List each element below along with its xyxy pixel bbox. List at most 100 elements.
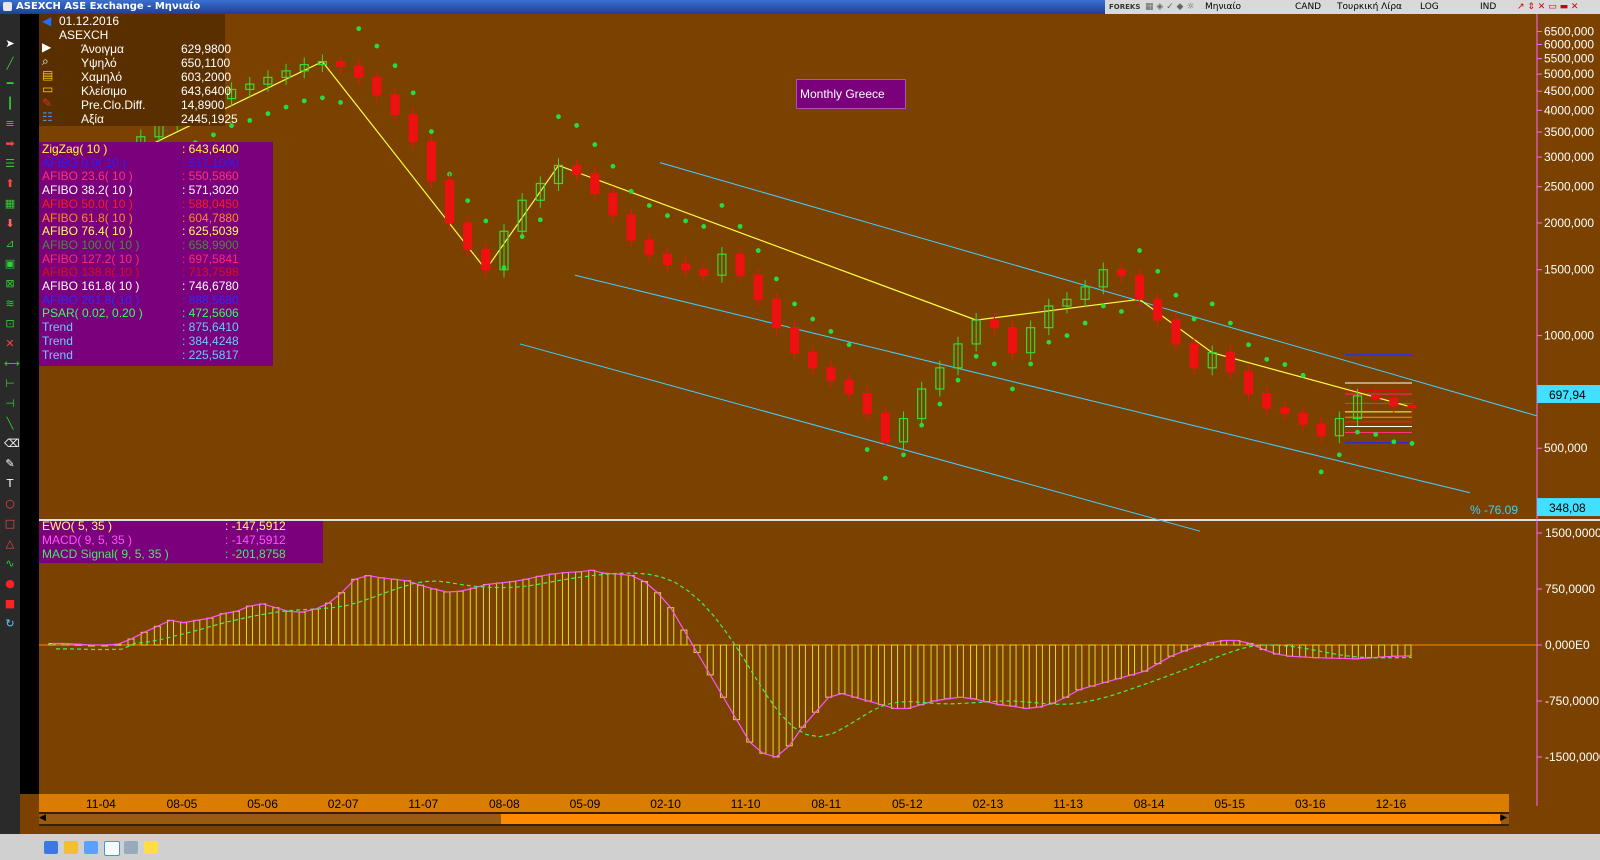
- candle-body: [463, 222, 473, 250]
- ewo-bar: [680, 629, 688, 646]
- indicator-label[interactable]: AFIBO 138.8( 10 ): [42, 265, 139, 279]
- indicator-label[interactable]: AFIBO 261.8( 10 ): [42, 293, 139, 307]
- indicator-value: : 746,6780: [182, 279, 239, 293]
- oscillator-value: : -147,5912: [225, 533, 286, 547]
- psar-dot: [465, 198, 471, 204]
- ohlc-symbol: ASEXCH: [59, 28, 109, 42]
- chart-canvas[interactable]: 6500,0006000,0005500,0005000,000 4500,000…: [0, 0, 1600, 860]
- portfolio-icon[interactable]: ▤: [42, 68, 53, 82]
- scroll-left-icon[interactable]: ◀: [39, 813, 46, 823]
- print-icon[interactable]: [84, 841, 98, 854]
- indicator-label[interactable]: AFIBO 61.8( 10 ): [42, 211, 133, 225]
- scroll-right-icon[interactable]: ▶: [1500, 813, 1507, 823]
- ewo-bar: [1312, 644, 1320, 659]
- indicator-value: : 604,7880: [182, 210, 239, 225]
- indicator-label[interactable]: ZigZag( 10 ): [42, 142, 107, 156]
- psar-dot: [320, 95, 325, 101]
- psar-dot: [556, 114, 561, 120]
- zoom-icon[interactable]: ⌕: [42, 54, 49, 69]
- indicator-value: : 571,3020: [182, 183, 239, 198]
- ewo-bar: [917, 644, 925, 706]
- psar-dot: [428, 129, 434, 134]
- indicator-label[interactable]: AFIBO 38.2( 10 ): [42, 183, 133, 197]
- oscillator-value: : -201,8758: [225, 547, 286, 561]
- psar-dot: [973, 353, 979, 359]
- indicator-label[interactable]: AFIBO 76.4( 10 ): [42, 224, 133, 238]
- psar-dot: [410, 90, 416, 96]
- psar-dot: [1228, 320, 1233, 326]
- indicator-label[interactable]: Trend: [42, 334, 73, 348]
- oscillator-label[interactable]: MACD Signal( 9, 5, 35 ): [42, 547, 169, 561]
- psar-dot: [1355, 429, 1360, 435]
- price-tick-label: 500,000: [1544, 441, 1588, 455]
- ewo-bar: [1141, 644, 1149, 672]
- candle-body: [789, 327, 800, 354]
- ewo-bar: [496, 582, 504, 646]
- candle-body: [826, 367, 836, 381]
- ohlc-label: Άνοιγμα: [81, 42, 124, 56]
- ewo-bar: [259, 603, 267, 646]
- ohlc-value: 650,1100: [181, 56, 231, 70]
- ewo-bar: [1154, 644, 1162, 665]
- nav-icon-2[interactable]: ▶: [42, 40, 51, 54]
- ewo-bar: [219, 613, 227, 646]
- ewo-bar: [193, 619, 201, 646]
- database-icon[interactable]: [124, 841, 138, 854]
- ewo-bar: [719, 644, 727, 698]
- ohlc-value: 629,9800: [181, 42, 232, 56]
- oscillator-label[interactable]: MACD( 9, 5, 35 ): [42, 533, 132, 547]
- ewo-bar: [640, 581, 648, 646]
- psar-dot: [1282, 362, 1288, 367]
- psar-dot: [1155, 268, 1161, 274]
- info-icon[interactable]: ☷: [42, 110, 53, 124]
- ewo-histogram: [39, 569, 1537, 758]
- psar-dot: [610, 163, 616, 169]
- indicator-label[interactable]: AFIBO 100.0( 10 ): [42, 238, 139, 252]
- indicator-label[interactable]: AFIBO 161.8( 10 ): [42, 279, 139, 293]
- price-tick-label: 6500,000: [1544, 24, 1594, 38]
- psar-dot: [792, 301, 797, 307]
- ewo-bar: [930, 644, 938, 702]
- chart-annotation[interactable]: Monthly Greece: [796, 79, 906, 109]
- psar-dot: [937, 401, 943, 407]
- indicator-label[interactable]: Trend: [42, 320, 73, 334]
- candle-body: [1189, 343, 1199, 369]
- psar-dot: [882, 475, 888, 481]
- psar-dot: [1373, 432, 1379, 437]
- folder-icon[interactable]: ▭: [42, 82, 53, 96]
- psar-dot: [683, 218, 688, 224]
- ewo-bar: [1299, 644, 1307, 658]
- psar-dot: [665, 213, 670, 219]
- nav-icon[interactable]: ◀: [42, 14, 51, 28]
- psar-dot: [1064, 333, 1070, 338]
- psar-dot: [1137, 248, 1142, 253]
- alert-icon[interactable]: ✎: [42, 96, 52, 110]
- indicator-label[interactable]: AFIBO 0.0( 10 ): [42, 156, 126, 170]
- osc-tick-label: 1500,0000: [1545, 526, 1600, 540]
- psar-dot: [374, 43, 380, 49]
- indicator-label[interactable]: PSAR( 0.02, 0.20 ): [42, 306, 143, 320]
- page-icon[interactable]: [104, 841, 120, 856]
- indicator-label[interactable]: Trend: [42, 348, 73, 362]
- candle-body: [372, 76, 382, 96]
- indicator-label[interactable]: AFIBO 50.0( 10 ): [42, 197, 133, 211]
- ewo-bar: [943, 644, 951, 700]
- price-tick-label: 4000,000: [1544, 103, 1594, 117]
- ewo-bar: [667, 607, 675, 646]
- horizontal-scrollbar[interactable]: ◀ ▶: [39, 812, 1509, 826]
- ewo-bar: [311, 608, 319, 646]
- ohlc-value: 603,2000: [181, 70, 232, 84]
- psar-dot: [1300, 372, 1306, 378]
- indicator-label[interactable]: AFIBO 127.2( 10 ): [42, 252, 139, 266]
- ewo-bar: [970, 644, 978, 700]
- ewo-bar: [627, 575, 635, 646]
- indicator-legend: ZigZag( 10 ): 643,6400 AFIBO 0.0( 10 ): 5…: [39, 142, 273, 366]
- oscillator-label[interactable]: EWO( 5, 35 ): [42, 519, 112, 533]
- indicator-label[interactable]: AFIBO 23.6( 10 ): [42, 169, 133, 183]
- wand-icon[interactable]: [144, 841, 158, 854]
- save-icon[interactable]: [64, 841, 78, 854]
- indicator-value: : 588,0450: [182, 196, 239, 211]
- scroll-thumb[interactable]: [501, 814, 1501, 824]
- open-icon[interactable]: [44, 841, 58, 854]
- osc-tick-label: -750,0000: [1545, 694, 1599, 708]
